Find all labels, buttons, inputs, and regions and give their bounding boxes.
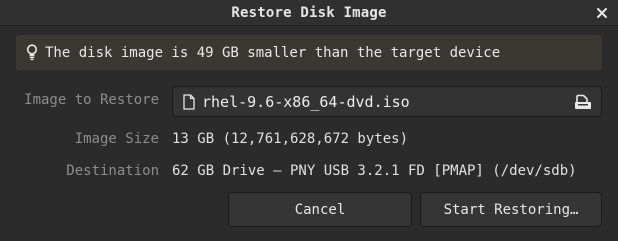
start-restoring-button[interactable]: Start Restoring…	[420, 192, 602, 227]
open-file-icon[interactable]	[573, 92, 593, 112]
banner-message: The disk image is 49 GB smaller than the…	[45, 44, 501, 61]
image-file-chooser[interactable]: rhel-9.6-x86_64-dvd.iso	[172, 86, 602, 117]
destination-value: 62 GB Drive — PNY USB 3.2.1 FD [PMAP] (/…	[172, 163, 577, 179]
lightbulb-icon	[25, 44, 39, 62]
cancel-button[interactable]: Cancel	[228, 192, 412, 227]
image-file-name: rhel-9.6-x86_64-dvd.iso	[202, 92, 410, 111]
dialog-title: Restore Disk Image	[231, 5, 387, 21]
image-to-restore-label: Image to Restore	[24, 92, 159, 108]
destination-label: Destination	[66, 163, 159, 179]
close-icon	[597, 8, 607, 18]
title-bar[interactable]: Restore Disk Image	[0, 0, 618, 26]
restore-disk-image-dialog: Restore Disk Image The disk image is 49 …	[0, 0, 618, 241]
close-button[interactable]	[592, 3, 612, 23]
image-size-value: 13 GB (12,761,628,672 bytes)	[172, 131, 409, 147]
image-size-label: Image Size	[74, 131, 159, 147]
info-banner: The disk image is 49 GB smaller than the…	[16, 35, 602, 70]
document-icon	[182, 93, 196, 111]
